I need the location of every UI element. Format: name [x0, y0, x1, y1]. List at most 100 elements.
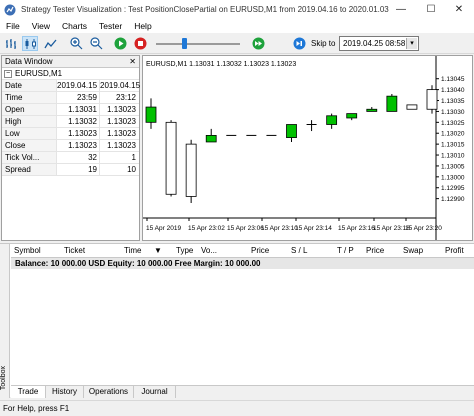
x-tick-label: 15 Apr 2019 — [146, 225, 181, 232]
column-header[interactable]: Time — [124, 246, 141, 255]
menu-file[interactable]: File — [0, 21, 26, 31]
data-row-value: 1.13023 — [99, 128, 139, 139]
tab-operations[interactable]: Operations — [84, 386, 134, 398]
y-tick-label: 1.13015 — [441, 142, 465, 149]
column-header[interactable]: Vo... — [201, 246, 217, 255]
candle-body — [205, 135, 217, 143]
data-window-title: Data Window — [5, 57, 53, 66]
data-row-value: 2019.04.15 — [99, 80, 141, 91]
data-row: Spread 19 10 — [2, 164, 139, 176]
candle-body — [185, 143, 197, 197]
data-row-value: 32 — [56, 152, 99, 163]
data-row-value: 1.13023 — [56, 128, 99, 139]
candle-body — [426, 89, 438, 110]
data-window-symbol[interactable]: − EURUSD,M1 — [2, 68, 139, 80]
data-row: Low 1.13023 1.13023 — [2, 128, 139, 140]
column-header[interactable]: S / L — [291, 246, 307, 255]
candle-body — [346, 113, 358, 119]
data-row-value: 1.13032 — [56, 116, 99, 127]
sort-arrow-icon: ▼ — [154, 246, 162, 255]
skip-forward-icon[interactable] — [291, 36, 307, 51]
skip-to-label: Skip to — [311, 39, 336, 48]
toolbox-side-bar[interactable]: Toolbox — [0, 244, 10, 398]
stop-icon[interactable] — [132, 36, 148, 51]
play-icon[interactable] — [112, 36, 128, 51]
app-icon — [4, 4, 16, 15]
symbol-label: EURUSD,M1 — [15, 69, 63, 78]
zoom-in-icon[interactable] — [68, 36, 84, 51]
candle-body — [406, 104, 418, 110]
collapse-icon[interactable]: − — [4, 69, 12, 78]
data-window: Data Window ✕ − EURUSD,M1 Date 2019.04.15… — [1, 55, 140, 241]
data-row-label: High — [2, 116, 56, 127]
data-row: Date 2019.04.15 2019.04.15 — [2, 80, 141, 92]
y-tick-label: 1.13030 — [441, 109, 465, 116]
tab-history[interactable]: History — [46, 386, 84, 398]
toolbox-side-label: Toolbox — [0, 365, 7, 390]
chart-canvas[interactable]: EURUSD,M1 1.13031 1.13032 1.13023 1.1302… — [143, 56, 472, 240]
bar-chart-icon[interactable] — [3, 36, 19, 51]
data-row-value: 23:59 — [56, 92, 99, 103]
price-chart[interactable]: EURUSD,M1 1.13031 1.13032 1.13023 1.1302… — [142, 55, 473, 241]
skip-date-value: 2019.04.25 08:58 — [343, 39, 406, 48]
x-tick-label: 15 Apr 23:14 — [295, 225, 332, 232]
data-row-label: Spread — [2, 164, 56, 175]
speed-slider-thumb[interactable] — [182, 38, 187, 49]
menu-charts[interactable]: Charts — [56, 21, 93, 31]
column-header[interactable]: T / P — [337, 246, 354, 255]
trade-table-header: Symbol Ticket Time Type Vo... Price S / L T / P… — [11, 244, 474, 258]
data-row: Open 1.13031 1.13023 — [2, 104, 139, 116]
data-row-value: 1 — [99, 152, 139, 163]
candle-body — [286, 124, 297, 138]
y-tick-label: 1.12990 — [441, 196, 465, 203]
column-header[interactable]: Symbol — [14, 246, 41, 255]
minimize-button[interactable]: — — [386, 0, 416, 19]
status-bar: For Help, press F1 — [0, 400, 474, 416]
skip-date-picker[interactable]: 2019.04.25 08:58 ▾ — [339, 36, 419, 51]
candlestick-icon[interactable] — [22, 36, 38, 51]
close-icon[interactable]: ✕ — [129, 57, 136, 66]
speed-slider-track[interactable] — [156, 43, 240, 45]
menu-tester[interactable]: Tester — [93, 21, 128, 31]
fast-forward-icon[interactable] — [250, 36, 266, 51]
column-header[interactable]: Profit — [445, 246, 464, 255]
candle-body — [326, 115, 338, 125]
x-tick-label: 15 Apr 23:20 — [405, 225, 442, 232]
column-header[interactable]: Price — [366, 246, 384, 255]
data-row-value: 19 — [56, 164, 99, 175]
y-tick-label: 1.13040 — [441, 87, 465, 94]
column-header[interactable]: Type — [176, 246, 193, 255]
close-button[interactable]: ✕ — [444, 0, 474, 19]
tab-trade[interactable]: Trade — [11, 386, 46, 398]
data-window-header: Data Window ✕ — [2, 56, 139, 68]
menu-view[interactable]: View — [26, 21, 56, 31]
candle-body — [386, 95, 398, 112]
data-row-label: Close — [2, 140, 56, 151]
menu-help[interactable]: Help — [128, 21, 157, 31]
x-tick-label: 15 Apr 23:06 — [227, 225, 264, 232]
data-row-value: 1.13023 — [99, 140, 139, 151]
title-bar: Strategy Tester Visualization : Test Pos… — [0, 0, 474, 19]
data-row-label: Tick Vol... — [2, 152, 56, 163]
y-tick-label: 1.13035 — [441, 98, 465, 105]
toolbox-panel: Toolbox Symbol Ticket Time Type Vo... Price S … — [0, 243, 474, 398]
column-header[interactable]: Ticket — [64, 246, 85, 255]
candle-body — [145, 106, 157, 123]
chevron-down-icon[interactable]: ▾ — [406, 38, 417, 49]
y-tick-label: 1.13000 — [441, 174, 465, 181]
column-header[interactable]: Swap — [403, 246, 423, 255]
y-tick-label: 1.13045 — [441, 76, 465, 83]
toolbar: Skip to 2019.04.25 08:58 ▾ — [0, 33, 474, 54]
y-tick-label: 1.13005 — [441, 163, 465, 170]
y-tick-label: 1.13020 — [441, 131, 465, 138]
tab-journal[interactable]: Journal — [134, 386, 176, 398]
x-tick-label: 15 Apr 23:02 — [188, 225, 225, 232]
toolbox-tabs: Trade History Operations Journal — [11, 385, 474, 398]
candle-body — [165, 121, 177, 195]
x-tick-label: 15 Apr 23:10 — [261, 225, 298, 232]
y-tick-label: 1.13010 — [441, 153, 465, 160]
column-header[interactable]: Price — [251, 246, 269, 255]
zoom-out-icon[interactable] — [88, 36, 104, 51]
line-chart-icon[interactable] — [42, 36, 58, 51]
maximize-button[interactable]: ☐ — [416, 0, 446, 19]
